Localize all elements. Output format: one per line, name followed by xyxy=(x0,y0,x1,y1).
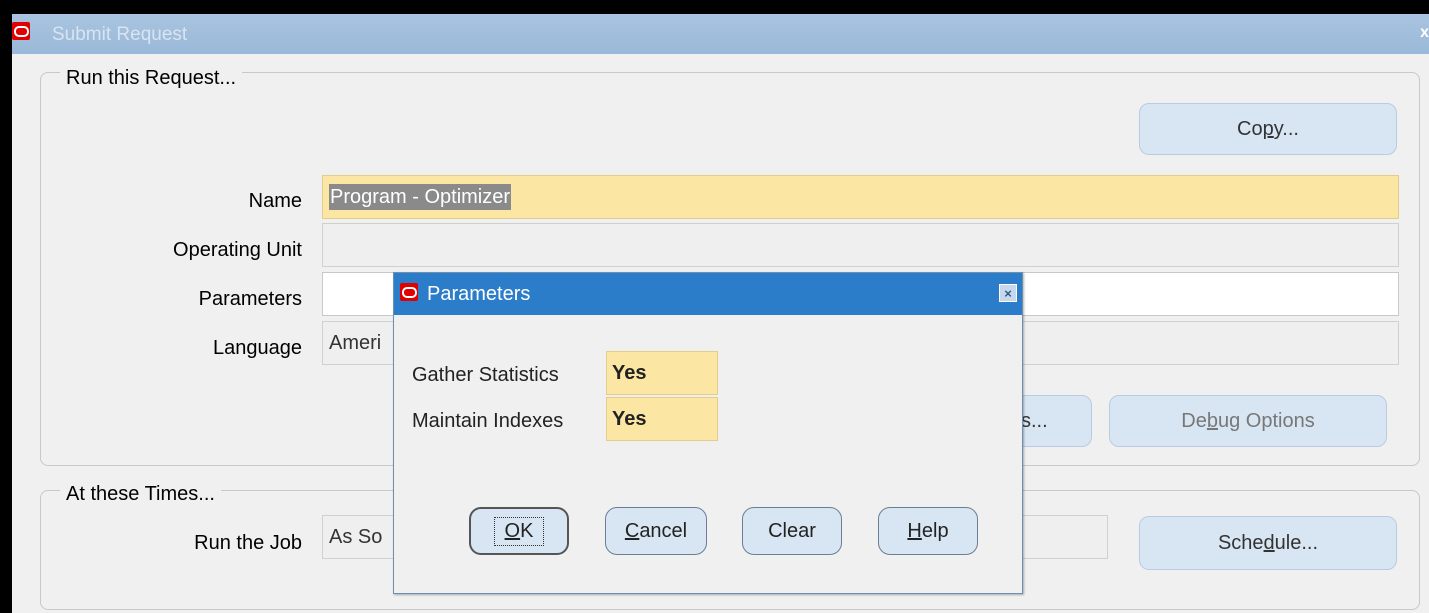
gather-statistics-field[interactable]: Yes xyxy=(606,351,718,395)
run-the-job-label: Run the Job xyxy=(194,532,302,554)
run-request-group-label: Run this Request... xyxy=(60,67,243,90)
clear-button[interactable]: Clear xyxy=(742,507,842,555)
language-label: Language xyxy=(213,337,302,359)
operating-unit-label: Operating Unit xyxy=(173,239,302,261)
window-titlebar: Submit Request x xyxy=(12,14,1429,54)
maintain-indexes-label: Maintain Indexes xyxy=(412,410,564,432)
parameters-dialog: Parameters × Gather Statistics Yes Maint… xyxy=(393,272,1023,594)
parameters-label: Parameters xyxy=(198,288,302,310)
oracle-logo-icon xyxy=(400,283,418,301)
maintain-indexes-field[interactable]: Yes xyxy=(606,397,718,441)
help-button[interactable]: Help xyxy=(878,507,978,555)
debug-options-button[interactable]: De b ug Options xyxy=(1109,395,1387,447)
close-icon[interactable]: x xyxy=(1420,24,1429,42)
operating-unit-field[interactable] xyxy=(322,223,1399,267)
copy-button[interactable]: Co p y... xyxy=(1139,103,1397,155)
cancel-button[interactable]: Cancel xyxy=(605,507,707,555)
dialog-close-icon[interactable]: × xyxy=(999,284,1017,302)
schedule-button[interactable]: Sche d ule... xyxy=(1139,516,1397,570)
window-title: Submit Request xyxy=(52,24,188,45)
ok-button[interactable]: OK xyxy=(469,507,569,555)
gather-statistics-label: Gather Statistics xyxy=(412,364,559,386)
dialog-titlebar: Parameters × xyxy=(394,273,1022,315)
name-label: Name xyxy=(248,190,302,212)
name-field[interactable]: Program - Optimizer xyxy=(322,175,1399,219)
oracle-logo-icon xyxy=(12,22,30,40)
times-group-label: At these Times... xyxy=(60,483,221,506)
dialog-title: Parameters xyxy=(427,283,531,305)
